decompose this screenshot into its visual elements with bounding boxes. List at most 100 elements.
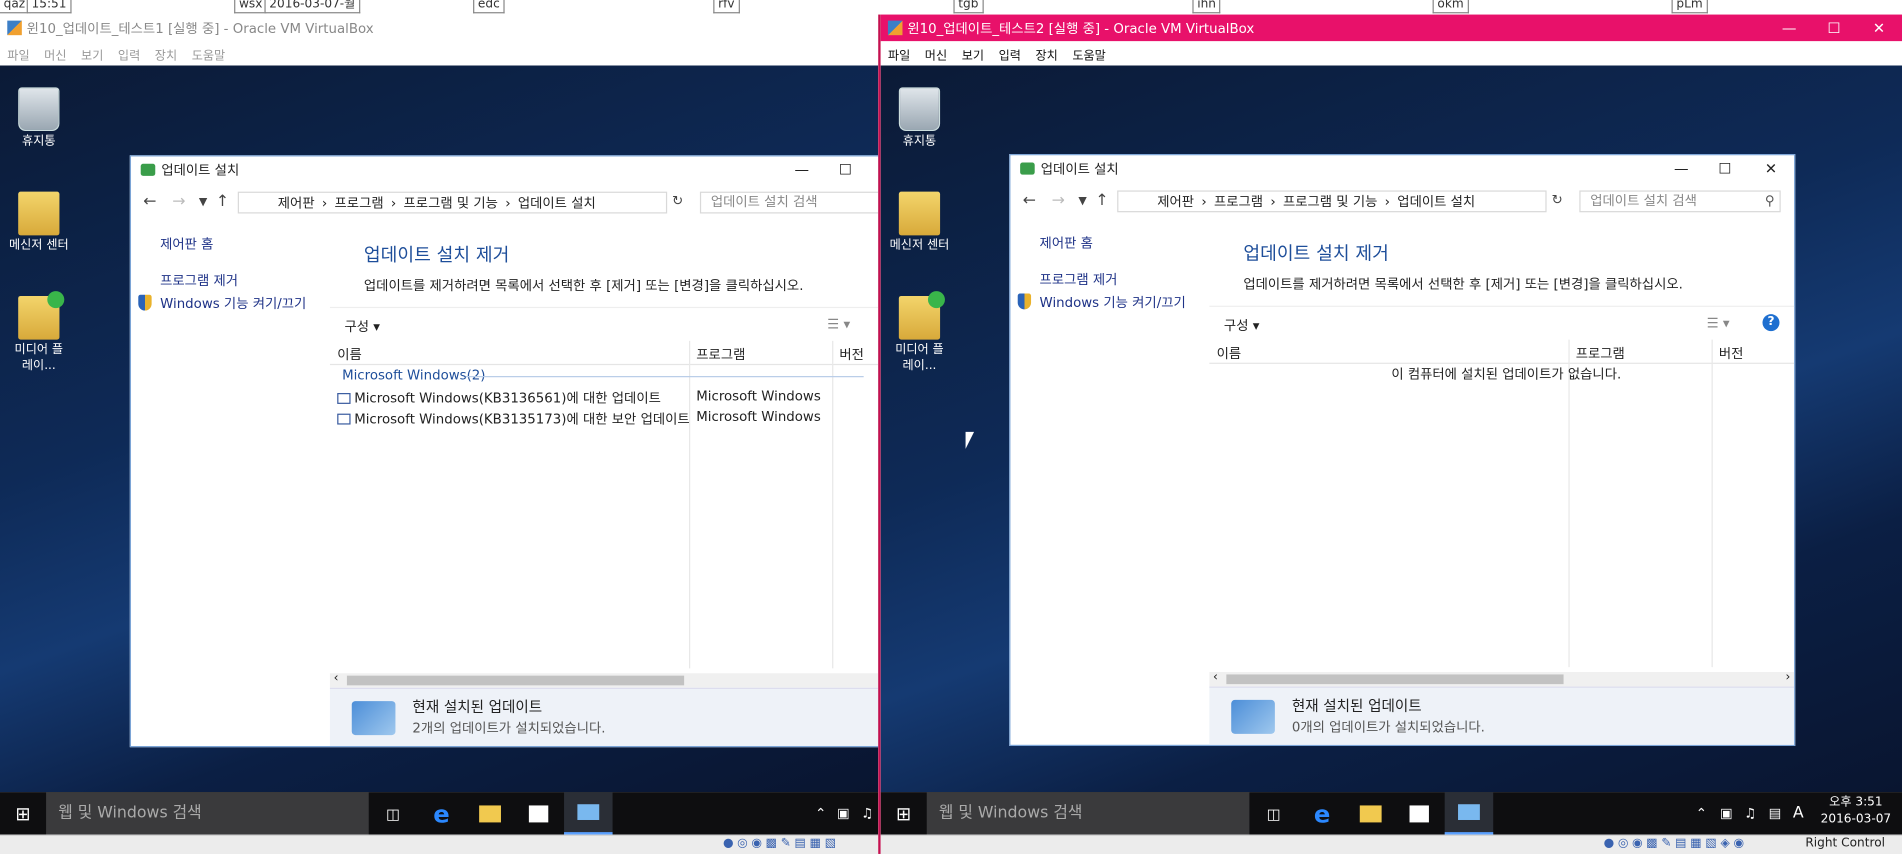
- vm2-titlebar[interactable]: 윈10_업데이트_테스트2 [실행 중] - Oracle VM Virtual…: [880, 14, 1902, 42]
- desktop-icon-recycle-bin[interactable]: 휴지통: [2, 87, 75, 149]
- action-center-icon[interactable]: ▤: [1769, 792, 1782, 834]
- maximize-button[interactable]: ☐: [822, 156, 868, 183]
- tray-chevron-icon[interactable]: ⌃: [815, 792, 826, 834]
- menu-item[interactable]: 보기: [962, 44, 984, 62]
- column-header-version[interactable]: 버전: [1719, 343, 1744, 362]
- menu-item[interactable]: 입력: [999, 44, 1021, 62]
- table-row[interactable]: Microsoft Windows(KB3136561)에 대한 업데이트 Mi…: [337, 388, 834, 407]
- column-header-program[interactable]: 프로그램: [1576, 343, 1625, 362]
- task-view-icon[interactable]: ◫: [1251, 792, 1297, 834]
- start-icon[interactable]: ⊞: [881, 792, 927, 834]
- desktop-icon-media-player[interactable]: 미디어 플레이...: [2, 291, 75, 374]
- back-icon[interactable]: ←: [143, 193, 156, 211]
- scroll-left-icon[interactable]: ‹: [334, 672, 339, 685]
- breadcrumb-item[interactable]: 프로그램: [335, 193, 384, 212]
- vm1-titlebar[interactable]: 윈10_업데이트_테스트1 [실행 중] - Oracle VM Virtual…: [0, 14, 879, 42]
- file-explorer-icon[interactable]: [467, 792, 513, 834]
- network-icon[interactable]: ▣: [837, 792, 850, 834]
- maximize-button[interactable]: ☐: [1702, 155, 1748, 182]
- refresh-icon[interactable]: ↻: [672, 193, 683, 209]
- up-icon[interactable]: ↑: [1095, 192, 1108, 210]
- close-button[interactable]: ✕: [1748, 155, 1794, 182]
- taskbar-clock[interactable]: 오후 3:51 2016-03-07: [1820, 795, 1893, 829]
- control-panel-icon[interactable]: [1444, 792, 1494, 835]
- window-titlebar[interactable]: 업데이트 설치 — ☐ ✕: [1010, 155, 1794, 182]
- volume-icon[interactable]: ♫: [1744, 792, 1756, 834]
- menu-item[interactable]: 장치: [155, 44, 177, 62]
- desktop-icon-messenger[interactable]: 메신저 센터: [883, 191, 956, 254]
- store-icon[interactable]: [1396, 792, 1442, 834]
- maximize-button[interactable]: ☐: [1811, 15, 1857, 42]
- link-control-panel-home[interactable]: 제어판 홈: [1040, 233, 1093, 252]
- link-uninstall-program[interactable]: 프로그램 제거: [1040, 269, 1118, 288]
- tray-chevron-icon[interactable]: ⌃: [1696, 792, 1707, 834]
- menu-item[interactable]: 입력: [118, 44, 140, 62]
- link-control-panel-home[interactable]: 제어판 홈: [160, 234, 213, 253]
- scroll-right-icon[interactable]: ›: [1786, 671, 1791, 684]
- forward-icon[interactable]: →: [1052, 192, 1065, 210]
- forward-icon[interactable]: →: [172, 193, 185, 211]
- link-windows-features[interactable]: Windows 기능 켜기/끄기: [1040, 292, 1186, 311]
- edge-icon[interactable]: e: [418, 792, 464, 834]
- breadcrumb-item[interactable]: 프로그램 및 기능: [1283, 192, 1377, 211]
- column-header-program[interactable]: 프로그램: [696, 344, 745, 363]
- recent-dropdown-icon[interactable]: ▼: [199, 197, 207, 209]
- store-icon[interactable]: [516, 792, 562, 834]
- breadcrumb[interactable]: 제어판 › 프로그램 › 프로그램 및 기능 › 업데이트 설치: [1117, 190, 1547, 213]
- view-options-icon[interactable]: ☰ ▾: [1707, 315, 1730, 331]
- view-options-icon[interactable]: ☰ ▾: [827, 317, 850, 333]
- menu-item[interactable]: 파일: [7, 44, 29, 62]
- refresh-icon[interactable]: ↻: [1551, 192, 1562, 208]
- control-panel-icon[interactable]: [564, 792, 613, 835]
- taskbar-search[interactable]: 웹 및 Windows 검색: [926, 792, 1250, 835]
- group-header[interactable]: Microsoft Windows(2): [342, 368, 864, 383]
- search-input[interactable]: 업데이트 설치 검색: [699, 191, 879, 214]
- minimize-button[interactable]: —: [1766, 15, 1812, 42]
- horizontal-scrollbar[interactable]: ‹ ›: [1209, 671, 1795, 687]
- column-header-version[interactable]: 버전: [839, 344, 864, 363]
- task-view-icon[interactable]: ◫: [370, 792, 416, 834]
- breadcrumb-item[interactable]: 제어판: [278, 193, 315, 212]
- scroll-left-icon[interactable]: ‹: [1213, 671, 1218, 684]
- close-button[interactable]: ✕: [1856, 15, 1902, 42]
- window-titlebar[interactable]: 업데이트 설치 — ☐: [131, 156, 878, 183]
- menu-item[interactable]: 파일: [888, 44, 910, 62]
- scrollbar-thumb[interactable]: [346, 675, 685, 686]
- menu-item[interactable]: 장치: [1035, 44, 1057, 62]
- breadcrumb-item[interactable]: 제어판: [1157, 192, 1194, 211]
- horizontal-scrollbar[interactable]: ‹: [329, 672, 879, 688]
- network-icon[interactable]: ▣: [1720, 792, 1733, 834]
- search-input[interactable]: 업데이트 설치 검색 ⚲: [1579, 190, 1781, 213]
- taskbar-search[interactable]: 웹 및 Windows 검색: [46, 792, 369, 835]
- menu-item[interactable]: 보기: [81, 44, 103, 62]
- minimize-button[interactable]: —: [779, 156, 825, 183]
- up-icon[interactable]: ↑: [216, 193, 229, 211]
- column-header-name[interactable]: 이름: [337, 344, 362, 363]
- table-row[interactable]: Microsoft Windows(KB3135173)에 대한 보안 업데이트…: [337, 409, 834, 428]
- minimize-button[interactable]: —: [1658, 155, 1704, 182]
- breadcrumb-item[interactable]: 프로그램 및 기능: [404, 193, 498, 212]
- organize-button[interactable]: 구성 ▾: [1224, 315, 1260, 334]
- link-windows-features[interactable]: Windows 기능 켜기/끄기: [160, 294, 306, 313]
- ime-indicator[interactable]: A: [1793, 792, 1804, 834]
- edge-icon[interactable]: e: [1299, 792, 1345, 834]
- menu-item[interactable]: 도움말: [1072, 44, 1105, 62]
- menu-item[interactable]: 도움말: [192, 44, 225, 62]
- breadcrumb-item[interactable]: 프로그램: [1214, 192, 1263, 211]
- menu-item[interactable]: 머신: [925, 44, 947, 62]
- start-icon[interactable]: ⊞: [0, 792, 46, 834]
- desktop-icon-messenger[interactable]: 메신저 센터: [2, 191, 75, 254]
- column-header-name[interactable]: 이름: [1217, 343, 1242, 362]
- file-explorer-icon[interactable]: [1348, 792, 1394, 834]
- desktop-icon-recycle-bin[interactable]: 휴지통: [883, 87, 956, 149]
- volume-icon[interactable]: ♫: [861, 792, 873, 834]
- desktop-icon-media-player[interactable]: 미디어 플레이...: [883, 291, 956, 374]
- recent-dropdown-icon[interactable]: ▼: [1078, 195, 1086, 207]
- organize-button[interactable]: 구성 ▾: [344, 317, 380, 336]
- link-uninstall-program[interactable]: 프로그램 제거: [160, 271, 238, 290]
- back-icon[interactable]: ←: [1023, 192, 1036, 210]
- breadcrumb-item[interactable]: 업데이트 설치: [518, 193, 596, 212]
- scrollbar-thumb[interactable]: [1226, 674, 1564, 685]
- breadcrumb[interactable]: 제어판 › 프로그램 › 프로그램 및 기능 › 업데이트 설치: [237, 191, 668, 214]
- breadcrumb-item[interactable]: 업데이트 설치: [1397, 192, 1475, 211]
